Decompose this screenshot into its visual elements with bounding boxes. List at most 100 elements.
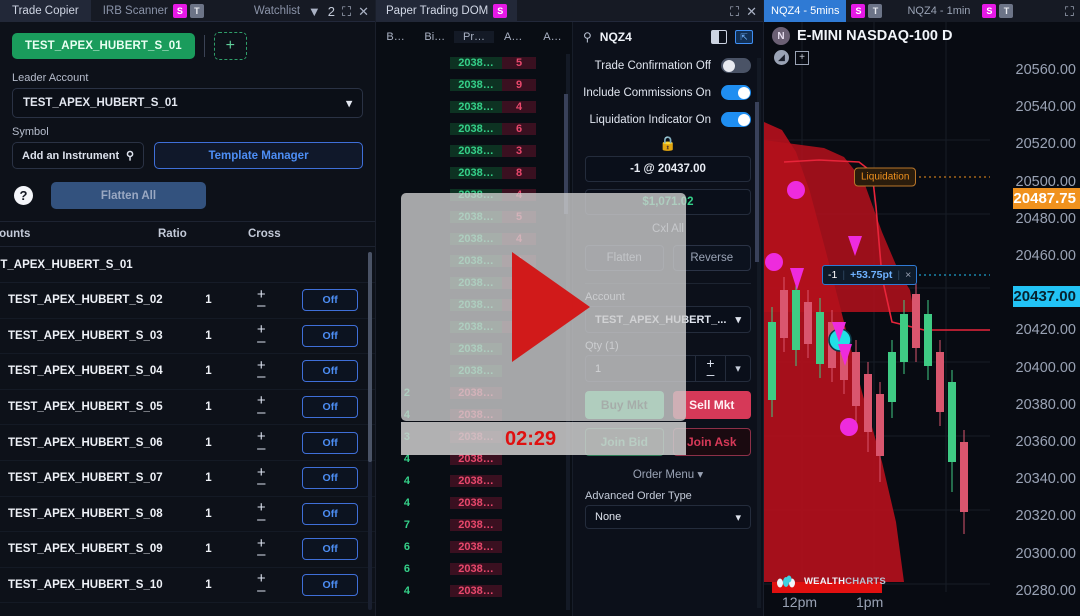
- ladder-row[interactable]: 4 2038…: [376, 580, 572, 602]
- ladder-price[interactable]: 2038…: [450, 145, 502, 157]
- qty-dropdown[interactable]: ▾: [725, 355, 751, 382]
- ladder-row[interactable]: 2038… 3: [376, 140, 572, 162]
- table-row[interactable]: TEST_APEX_HUBERT_S_08 1 + – Off: [0, 497, 375, 533]
- expand-icon[interactable]: ⛶: [342, 5, 351, 18]
- chart-area[interactable]: N E-MINI NASDAQ-100 D ◢ + Liquidation -1…: [764, 22, 1080, 616]
- ladder-row[interactable]: 6 2038…: [376, 536, 572, 558]
- toggle-switch[interactable]: [721, 85, 751, 100]
- cross-toggle-button[interactable]: Off: [302, 431, 359, 454]
- ratio-stepper[interactable]: + –: [237, 287, 285, 313]
- ladder-row[interactable]: 2038…4: [376, 96, 572, 118]
- play-triangle-icon[interactable]: [512, 252, 590, 362]
- ladder-price[interactable]: 2038…: [450, 563, 502, 575]
- ratio-stepper[interactable]: + –: [237, 536, 285, 563]
- tab-nqz4-5mins[interactable]: NQZ4 - 5mins: [764, 0, 847, 22]
- close-position-icon[interactable]: ×: [905, 269, 911, 281]
- tab-paper-trading-dom[interactable]: Paper Trading DOM S: [376, 0, 518, 22]
- ladder-price[interactable]: 2038…: [450, 475, 502, 487]
- ladder-column-header[interactable]: Pr…: [454, 31, 494, 43]
- symbol-search-input[interactable]: Add an Instrument ⚲: [12, 142, 144, 169]
- ratio-stepper[interactable]: + –: [237, 322, 285, 349]
- ratio-stepper[interactable]: + –: [237, 465, 285, 491]
- minus-icon[interactable]: –: [257, 548, 265, 563]
- ratio-stepper[interactable]: + –: [237, 394, 285, 420]
- scrollbar-thumb[interactable]: [368, 252, 372, 462]
- ladder-row[interactable]: 4 2038…: [376, 492, 572, 514]
- position-tag[interactable]: -1 | +53.75pt | ×: [822, 265, 918, 285]
- cross-toggle-button[interactable]: Off: [302, 502, 359, 525]
- ratio-stepper[interactable]: + –: [237, 500, 285, 527]
- tab-watchlist[interactable]: Watchlist: [242, 0, 312, 22]
- close-icon[interactable]: ✕: [358, 5, 369, 18]
- table-row[interactable]: TEST_APEX_HUBERT_S_07 1 + – Off: [0, 461, 375, 497]
- ratio-stepper[interactable]: + –: [237, 572, 285, 598]
- table-row[interactable]: TEST_APEX_HUBERT_S_09 1 + – Off: [0, 532, 375, 568]
- toggle-switch[interactable]: [721, 112, 751, 127]
- ratio-stepper[interactable]: + –: [237, 429, 285, 456]
- table-row[interactable]: TEST_APEX_HUBERT_S_04 1 + – Off: [0, 354, 375, 390]
- ladder-price[interactable]: 2038…: [450, 519, 502, 531]
- lock-icon[interactable]: 🔒: [573, 133, 763, 156]
- cross-toggle-button[interactable]: Off: [302, 324, 359, 347]
- controls-scrollbar[interactable]: [755, 58, 761, 608]
- ladder-price[interactable]: 2038…: [450, 79, 502, 91]
- liquidation-label[interactable]: Liquidation: [854, 167, 917, 187]
- table-row[interactable]: TEST_APEX_HUBERT_S_02 1 + – Off: [0, 283, 375, 319]
- search-icon[interactable]: ⚲: [583, 30, 592, 44]
- advanced-order-type-select[interactable]: None ▾: [585, 505, 751, 529]
- ladder-row[interactable]: 4 2038…: [376, 470, 572, 492]
- minus-icon[interactable]: –: [257, 441, 265, 456]
- minus-icon[interactable]: –: [257, 370, 265, 385]
- qty-stepper[interactable]: + –: [695, 355, 725, 382]
- help-icon[interactable]: ?: [14, 186, 33, 205]
- ladder-price[interactable]: 2038…: [450, 541, 502, 553]
- accounts-scrollbar[interactable]: [368, 252, 372, 610]
- expand-icon[interactable]: ⛶: [1065, 5, 1074, 18]
- ladder-price[interactable]: 2038…: [450, 101, 502, 113]
- ladder-column-header[interactable]: Bi…: [415, 31, 454, 43]
- ladder-row[interactable]: 2038…6: [376, 118, 572, 140]
- cross-toggle-button[interactable]: Off: [302, 396, 359, 419]
- ladder-price[interactable]: 2038…: [450, 57, 502, 69]
- popout-icon[interactable]: ⇱: [735, 30, 753, 44]
- tab-irb-scanner[interactable]: IRB Scanner S T: [91, 0, 216, 22]
- ladder-column-header[interactable]: A…: [494, 31, 533, 43]
- cross-toggle-button[interactable]: Off: [302, 467, 359, 490]
- account-chip[interactable]: TEST_APEX_HUBERT_S_01: [12, 33, 195, 59]
- cross-toggle-button[interactable]: Off: [302, 538, 359, 561]
- ladder-price[interactable]: 2038…: [450, 585, 502, 597]
- ladder-row[interactable]: 2038… 8: [376, 162, 572, 184]
- minus-icon[interactable]: –: [257, 583, 265, 598]
- add-account-button[interactable]: +: [213, 32, 247, 60]
- ladder-row[interactable]: 2038…5: [376, 52, 572, 74]
- minus-icon[interactable]: –: [257, 476, 265, 491]
- template-manager-button[interactable]: Template Manager: [154, 142, 363, 169]
- minus-icon[interactable]: –: [257, 334, 265, 349]
- tab-trade-copier[interactable]: Trade Copier: [0, 0, 91, 22]
- minus-icon[interactable]: –: [257, 405, 265, 420]
- tab-nqz4-1min[interactable]: NQZ4 - 1min: [900, 0, 977, 22]
- ladder-row[interactable]: 7 2038…: [376, 514, 572, 536]
- ladder-column-header[interactable]: B…: [376, 31, 415, 43]
- table-row[interactable]: TEST_APEX_HUBERT_S_06 1 + – Off: [0, 425, 375, 461]
- ladder-price[interactable]: 2038…: [450, 167, 502, 179]
- ladder-price[interactable]: 2038…: [450, 497, 502, 509]
- price-axis[interactable]: 20560.00 20540.00 20520.00 20500.00 20480.00…: [990, 44, 1080, 616]
- cross-toggle-button[interactable]: Off: [302, 289, 359, 312]
- minus-icon[interactable]: –: [257, 512, 265, 527]
- split-view-icon[interactable]: [711, 30, 727, 44]
- ladder-price[interactable]: 2038…: [450, 123, 502, 135]
- scrollbar-thumb[interactable]: [755, 102, 759, 262]
- cursor-tool-icon[interactable]: ◢: [774, 50, 789, 65]
- minus-icon[interactable]: –: [707, 367, 715, 381]
- table-row[interactable]: TEST_APEX_HUBERT_S_05 1 + – Off: [0, 390, 375, 426]
- close-icon[interactable]: ✕: [746, 5, 757, 18]
- ladder-row[interactable]: 6 2038…: [376, 558, 572, 580]
- ladder-column-header[interactable]: A…: [533, 31, 572, 43]
- order-menu-toggle[interactable]: Order Menu ▾: [573, 456, 763, 481]
- flatten-all-button[interactable]: Flatten All: [51, 182, 206, 209]
- cross-toggle-button[interactable]: Off: [302, 574, 359, 597]
- toggle-switch[interactable]: [721, 58, 751, 73]
- chevron-down-icon[interactable]: ▼: [308, 5, 321, 18]
- table-row[interactable]: TEST_APEX_HUBERT_S_10 1 + – Off: [0, 568, 375, 604]
